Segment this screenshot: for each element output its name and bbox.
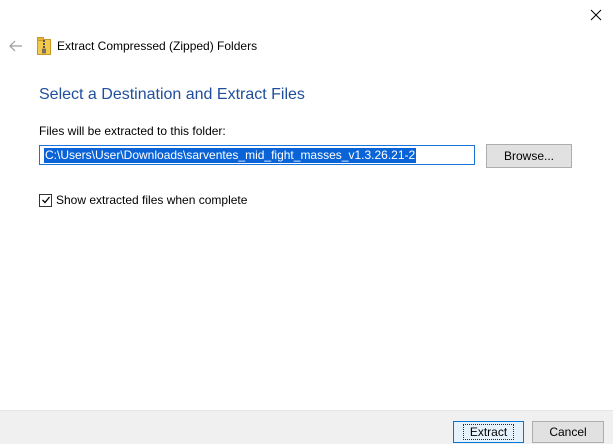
window-titlebar: Extract Compressed (Zipped) Folders: [37, 36, 257, 56]
checkmark-icon: [41, 196, 50, 204]
folder-label: Files will be extracted to this folder:: [39, 124, 226, 138]
window-title: Extract Compressed (Zipped) Folders: [57, 39, 258, 53]
extract-button[interactable]: Extract: [453, 421, 524, 443]
back-button[interactable]: [6, 36, 26, 56]
zip-folder-icon: [37, 37, 51, 55]
close-icon: [590, 9, 602, 21]
show-files-label: Show extracted files when complete: [56, 193, 248, 207]
page-heading: Select a Destination and Extract Files: [39, 86, 305, 103]
show-files-checkbox[interactable]: [39, 193, 52, 207]
extract-button-label: Extract: [462, 424, 515, 440]
destination-folder-value: C:\Users\User\Downloads\sarventes_mid_fi…: [44, 147, 417, 163]
close-button[interactable]: [584, 3, 608, 27]
cancel-button[interactable]: Cancel: [532, 421, 604, 443]
destination-folder-input[interactable]: C:\Users\User\Downloads\sarventes_mid_fi…: [39, 145, 475, 165]
show-files-option[interactable]: Show extracted files when complete: [39, 192, 247, 208]
browse-button[interactable]: Browse...: [486, 144, 572, 168]
back-arrow-icon: [9, 40, 22, 52]
